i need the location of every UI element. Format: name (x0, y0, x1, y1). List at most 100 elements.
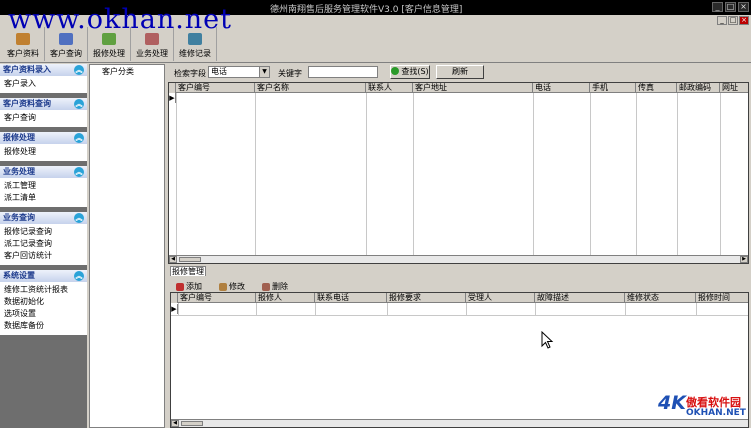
sidebar-item-customer-query[interactable]: 客户查询 (4, 112, 83, 124)
search-button[interactable]: 查找(S) (390, 65, 430, 79)
customer-grid-header: 客户编号 客户名称 联系人 客户地址 电话 手机 传真 邮政编码 网址 (169, 83, 748, 93)
column-divider (256, 303, 257, 315)
chevron-up-icon[interactable]: ︽ (74, 167, 84, 177)
mdi-controls: _ □ × (717, 16, 749, 25)
scroll-left-icon[interactable]: ◀ (171, 420, 179, 427)
horizontal-scrollbar[interactable]: ◀ ▶ (169, 255, 748, 263)
column-header[interactable]: 客户地址 (413, 83, 533, 93)
edit-button-label: 修改 (229, 282, 245, 291)
column-divider (677, 93, 678, 257)
horizontal-scrollbar[interactable]: ◀ (171, 419, 748, 427)
toolbar-button-label: 维修记录 (179, 49, 211, 58)
column-header[interactable]: 故障描述 (535, 293, 625, 303)
sidebar-item-repair[interactable]: 报修处理 (4, 146, 83, 158)
logo-mark: 4K (658, 392, 686, 414)
mdi-close-button[interactable]: × (739, 16, 749, 25)
column-header[interactable]: 受理人 (466, 293, 535, 303)
sidebar-group-body: 维修工资统计报表 数据初始化 选项设置 数据库备份 (0, 282, 87, 335)
scroll-right-icon[interactable]: ▶ (740, 256, 748, 263)
window-controls: _ □ × (712, 2, 749, 12)
column-header[interactable]: 客户编号 (178, 293, 256, 303)
sidebar-item-data-init[interactable]: 数据初始化 (4, 296, 83, 308)
chevron-up-icon[interactable]: ︽ (74, 213, 84, 223)
sidebar-group-body: 派工管理 派工清单 (0, 178, 87, 207)
column-divider (533, 93, 534, 257)
close-button[interactable]: × (738, 2, 749, 12)
sidebar-group-system[interactable]: 系统设置 ︽ (0, 270, 87, 282)
maximize-button[interactable]: □ (725, 2, 736, 12)
toolbar-button-label: 客户资料 (7, 49, 39, 58)
refresh-button[interactable]: 刷新 (436, 65, 484, 79)
column-header[interactable]: 邮政编码 (677, 83, 720, 93)
tab-repair-manage[interactable]: 报修管理 (170, 266, 206, 276)
column-divider (315, 303, 316, 315)
column-divider (466, 303, 467, 315)
tree-node-root[interactable]: 客户分类 (102, 66, 164, 77)
add-button-label: 添加 (186, 282, 202, 291)
sidebar-group-body: 报修记录查询 派工记录查询 客户回访统计 (0, 224, 87, 265)
column-header[interactable]: 联系电话 (315, 293, 387, 303)
column-header[interactable]: 报修要求 (387, 293, 466, 303)
mdi-minimize-button[interactable]: _ (717, 16, 727, 25)
sidebar-group-customer-query[interactable]: 客户资料查询 ︽ (0, 98, 87, 110)
field-select[interactable]: 电话 ▼ (208, 66, 270, 78)
sidebar-item-dispatch-record-query[interactable]: 派工记录查询 (4, 238, 83, 250)
sidebar-item-dispatch-manage[interactable]: 派工管理 (4, 180, 83, 192)
window-title: 德州南翔售后服务管理软件V3.0 [客户信息管理] (270, 5, 463, 15)
mdi-restore-button[interactable]: □ (728, 16, 738, 25)
sidebar-group-body: 客户查询 (0, 110, 87, 127)
current-row-indicator: ▶ (169, 93, 176, 103)
sidebar-group-customer-entry[interactable]: 客户资料录入 ︽ (0, 64, 87, 76)
sidebar-group-repair[interactable]: 报修处理 ︽ (0, 132, 87, 144)
group-title: 客户资料录入 (3, 65, 51, 74)
column-header[interactable]: 报修人 (256, 293, 315, 303)
sidebar-group-business-query[interactable]: 业务查询 ︽ (0, 212, 87, 224)
column-header[interactable]: 传真 (636, 83, 677, 93)
group-title: 系统设置 (3, 271, 35, 280)
sidebar-item-wage-report[interactable]: 维修工资统计报表 (4, 284, 83, 296)
scroll-thumb[interactable] (179, 257, 201, 262)
column-header[interactable]: 维修状态 (625, 293, 696, 303)
dropdown-arrow-icon[interactable]: ▼ (259, 67, 269, 77)
column-header[interactable]: 电话 (533, 83, 590, 93)
chevron-up-icon[interactable]: ︽ (74, 271, 84, 281)
chevron-up-icon[interactable]: ︽ (74, 99, 84, 109)
column-header[interactable]: 客户编号 (176, 83, 255, 93)
navigation-sidebar: 客户资料录入 ︽ 客户录入 客户资料查询 ︽ 客户查询 报修处理 ︽ 报修处理 业务处… (0, 64, 87, 428)
category-tree[interactable]: 客户分类 (89, 64, 165, 428)
column-header[interactable]: 联系人 (366, 83, 413, 93)
sidebar-item-db-backup[interactable]: 数据库备份 (4, 320, 83, 332)
column-header[interactable]: 网址 (720, 83, 748, 93)
sidebar-group-body: 报修处理 (0, 144, 87, 161)
sidebar-item-repair-record-query[interactable]: 报修记录查询 (4, 226, 83, 238)
sidebar-item-visit-stats[interactable]: 客户回访统计 (4, 250, 83, 262)
add-button[interactable]: 添加 (176, 281, 202, 292)
customer-grid[interactable]: 客户编号 客户名称 联系人 客户地址 电话 手机 传真 邮政编码 网址 ▶ ◀ … (168, 82, 749, 264)
sidebar-item-dispatch-list[interactable]: 派工清单 (4, 192, 83, 204)
column-header[interactable]: 手机 (590, 83, 636, 93)
edit-icon (219, 282, 227, 291)
sidebar-group-business[interactable]: 业务处理 ︽ (0, 166, 87, 178)
keyword-input[interactable] (308, 66, 378, 78)
group-title: 业务查询 (3, 213, 35, 222)
sidebar-item-customer-entry[interactable]: 客户录入 (4, 78, 83, 90)
column-header[interactable]: 报修时间 (696, 293, 748, 303)
column-divider (255, 93, 256, 257)
delete-button[interactable]: 删除 (262, 281, 288, 292)
field-select-value: 电话 (211, 67, 227, 76)
column-divider (696, 303, 697, 315)
column-header[interactable]: 客户名称 (255, 83, 366, 93)
scroll-left-icon[interactable]: ◀ (169, 256, 177, 263)
group-title: 客户资料查询 (3, 99, 51, 108)
chevron-up-icon[interactable]: ︽ (74, 133, 84, 143)
toolbar-button-label: 客户查询 (50, 49, 82, 58)
scroll-thumb[interactable] (181, 421, 203, 426)
chevron-up-icon[interactable]: ︽ (74, 65, 84, 75)
toolbar-button-label: 业务处理 (136, 49, 168, 58)
minimize-button[interactable]: _ (712, 2, 723, 12)
column-divider (535, 303, 536, 315)
sidebar-item-options[interactable]: 选项设置 (4, 308, 83, 320)
delete-icon (262, 282, 270, 291)
edit-button[interactable]: 修改 (219, 281, 245, 292)
column-divider (590, 93, 591, 257)
